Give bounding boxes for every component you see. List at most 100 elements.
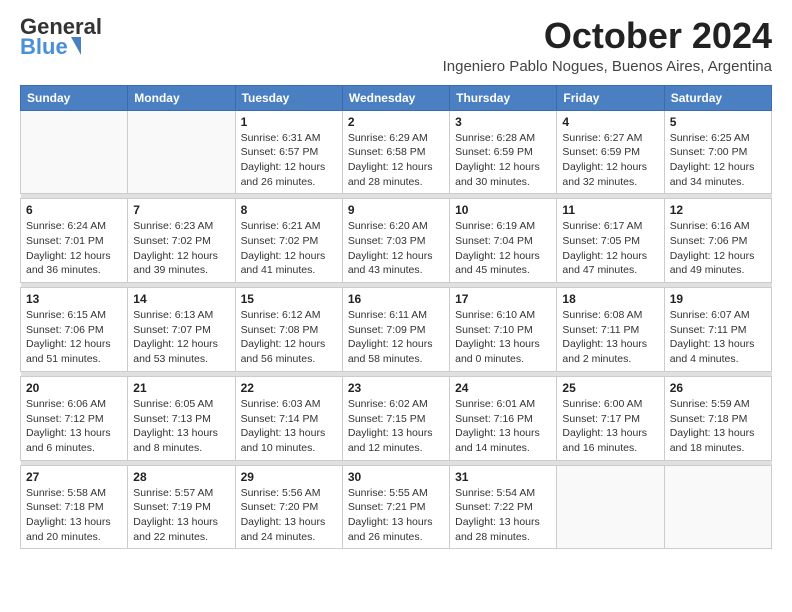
day-info: Sunrise: 6:06 AM Sunset: 7:12 PM Dayligh… — [26, 397, 122, 456]
day-info: Sunrise: 6:21 AM Sunset: 7:02 PM Dayligh… — [241, 219, 337, 278]
day-number: 2 — [348, 115, 444, 129]
day-info: Sunrise: 6:07 AM Sunset: 7:11 PM Dayligh… — [670, 308, 766, 367]
title-block: October 2024 Ingeniero Pablo Nogues, Bue… — [443, 16, 772, 75]
day-info: Sunrise: 6:05 AM Sunset: 7:13 PM Dayligh… — [133, 397, 229, 456]
calendar-cell: 21 Sunrise: 6:05 AM Sunset: 7:13 PM Dayli… — [128, 376, 235, 460]
calendar-cell: 17 Sunrise: 6:10 AM Sunset: 7:10 PM Dayli… — [450, 288, 557, 372]
day-number: 20 — [26, 381, 122, 395]
calendar-cell — [128, 110, 235, 194]
calendar-cell: 13Sunrise: 6:15 AM Sunset: 7:06 PM Dayli… — [21, 288, 128, 372]
weekday-header-row: SundayMondayTuesdayWednesdayThursdayFrid… — [21, 85, 772, 110]
day-info: Sunrise: 6:25 AM Sunset: 7:00 PM Dayligh… — [670, 131, 766, 190]
calendar-cell: 23 Sunrise: 6:02 AM Sunset: 7:15 PM Dayli… — [342, 376, 449, 460]
day-info: Sunrise: 6:13 AM Sunset: 7:07 PM Dayligh… — [133, 308, 229, 367]
day-info: Sunrise: 6:02 AM Sunset: 7:15 PM Dayligh… — [348, 397, 444, 456]
calendar-cell: 2 Sunrise: 6:29 AM Sunset: 6:58 PM Daylig… — [342, 110, 449, 194]
day-number: 1 — [241, 115, 337, 129]
day-number: 12 — [670, 203, 766, 217]
day-info: Sunrise: 6:03 AM Sunset: 7:14 PM Dayligh… — [241, 397, 337, 456]
day-number: 5 — [670, 115, 766, 129]
calendar-cell: 6 Sunrise: 6:24 AM Sunset: 7:01 PM Daylig… — [21, 199, 128, 283]
logo: General Blue — [20, 16, 104, 58]
calendar-cell: 3Sunrise: 6:28 AM Sunset: 6:59 PM Daylig… — [450, 110, 557, 194]
day-info: Sunrise: 5:56 AM Sunset: 7:20 PM Dayligh… — [241, 486, 337, 545]
day-info: Sunrise: 6:11 AM Sunset: 7:09 PM Dayligh… — [348, 308, 444, 367]
day-info: Sunrise: 6:31 AM Sunset: 6:57 PM Dayligh… — [241, 131, 337, 190]
calendar-cell: 30 Sunrise: 5:55 AM Sunset: 7:21 PM Dayli… — [342, 465, 449, 549]
calendar-cell: 14 Sunrise: 6:13 AM Sunset: 7:07 PM Dayli… — [128, 288, 235, 372]
calendar-cell: 15 Sunrise: 6:12 AM Sunset: 7:08 PM Dayli… — [235, 288, 342, 372]
weekday-header-sunday: Sunday — [21, 85, 128, 110]
day-info: Sunrise: 6:19 AM Sunset: 7:04 PM Dayligh… — [455, 219, 551, 278]
day-number: 31 — [455, 470, 551, 484]
day-number: 14 — [133, 292, 229, 306]
day-info: Sunrise: 5:57 AM Sunset: 7:19 PM Dayligh… — [133, 486, 229, 545]
day-number: 26 — [670, 381, 766, 395]
day-number: 24 — [455, 381, 551, 395]
day-info: Sunrise: 6:00 AM Sunset: 7:17 PM Dayligh… — [562, 397, 658, 456]
calendar-week-row: 1 Sunrise: 6:31 AM Sunset: 6:57 PM Daylig… — [21, 110, 772, 194]
day-info: Sunrise: 6:16 AM Sunset: 7:06 PM Dayligh… — [670, 219, 766, 278]
weekday-header-monday: Monday — [128, 85, 235, 110]
day-number: 11 — [562, 203, 658, 217]
calendar-cell: 29Sunrise: 5:56 AM Sunset: 7:20 PM Dayli… — [235, 465, 342, 549]
calendar-cell — [664, 465, 771, 549]
day-info: Sunrise: 6:10 AM Sunset: 7:10 PM Dayligh… — [455, 308, 551, 367]
calendar-week-row: 6 Sunrise: 6:24 AM Sunset: 7:01 PM Daylig… — [21, 199, 772, 283]
day-info: Sunrise: 5:59 AM Sunset: 7:18 PM Dayligh… — [670, 397, 766, 456]
calendar-cell: 9Sunrise: 6:20 AM Sunset: 7:03 PM Daylig… — [342, 199, 449, 283]
day-number: 23 — [348, 381, 444, 395]
day-number: 22 — [241, 381, 337, 395]
calendar-cell: 18Sunrise: 6:08 AM Sunset: 7:11 PM Dayli… — [557, 288, 664, 372]
calendar-cell: 12 Sunrise: 6:16 AM Sunset: 7:06 PM Dayli… — [664, 199, 771, 283]
logo-blue-text: Blue — [20, 36, 68, 58]
day-info: Sunrise: 5:54 AM Sunset: 7:22 PM Dayligh… — [455, 486, 551, 545]
calendar-cell — [21, 110, 128, 194]
day-number: 4 — [562, 115, 658, 129]
day-info: Sunrise: 5:58 AM Sunset: 7:18 PM Dayligh… — [26, 486, 122, 545]
weekday-header-friday: Friday — [557, 85, 664, 110]
day-info: Sunrise: 6:28 AM Sunset: 6:59 PM Dayligh… — [455, 131, 551, 190]
calendar-week-row: 20 Sunrise: 6:06 AM Sunset: 7:12 PM Dayli… — [21, 376, 772, 460]
day-info: Sunrise: 6:23 AM Sunset: 7:02 PM Dayligh… — [133, 219, 229, 278]
calendar-cell: 27Sunrise: 5:58 AM Sunset: 7:18 PM Dayli… — [21, 465, 128, 549]
calendar-cell: 22 Sunrise: 6:03 AM Sunset: 7:14 PM Dayli… — [235, 376, 342, 460]
calendar-cell: 11 Sunrise: 6:17 AM Sunset: 7:05 PM Dayli… — [557, 199, 664, 283]
page-header: General Blue October 2024 Ingeniero Pabl… — [20, 16, 772, 75]
calendar-cell: 1 Sunrise: 6:31 AM Sunset: 6:57 PM Daylig… — [235, 110, 342, 194]
day-number: 8 — [241, 203, 337, 217]
calendar-table: SundayMondayTuesdayWednesdayThursdayFrid… — [20, 85, 772, 550]
day-number: 6 — [26, 203, 122, 217]
calendar-cell: 7Sunrise: 6:23 AM Sunset: 7:02 PM Daylig… — [128, 199, 235, 283]
calendar-cell: 5 Sunrise: 6:25 AM Sunset: 7:00 PM Daylig… — [664, 110, 771, 194]
day-info: Sunrise: 6:08 AM Sunset: 7:11 PM Dayligh… — [562, 308, 658, 367]
day-info: Sunrise: 6:12 AM Sunset: 7:08 PM Dayligh… — [241, 308, 337, 367]
day-number: 15 — [241, 292, 337, 306]
day-info: Sunrise: 6:24 AM Sunset: 7:01 PM Dayligh… — [26, 219, 122, 278]
calendar-cell: 26 Sunrise: 5:59 AM Sunset: 7:18 PM Dayli… — [664, 376, 771, 460]
month-title: October 2024 — [443, 16, 772, 56]
day-number: 16 — [348, 292, 444, 306]
day-number: 13 — [26, 292, 122, 306]
calendar-week-row: 27Sunrise: 5:58 AM Sunset: 7:18 PM Dayli… — [21, 465, 772, 549]
day-info: Sunrise: 6:01 AM Sunset: 7:16 PM Dayligh… — [455, 397, 551, 456]
weekday-header-thursday: Thursday — [450, 85, 557, 110]
day-number: 28 — [133, 470, 229, 484]
weekday-header-tuesday: Tuesday — [235, 85, 342, 110]
day-info: Sunrise: 5:55 AM Sunset: 7:21 PM Dayligh… — [348, 486, 444, 545]
day-info: Sunrise: 6:17 AM Sunset: 7:05 PM Dayligh… — [562, 219, 658, 278]
day-number: 30 — [348, 470, 444, 484]
calendar-cell: 19Sunrise: 6:07 AM Sunset: 7:11 PM Dayli… — [664, 288, 771, 372]
calendar-cell: 25Sunrise: 6:00 AM Sunset: 7:17 PM Dayli… — [557, 376, 664, 460]
calendar-cell: 31 Sunrise: 5:54 AM Sunset: 7:22 PM Dayli… — [450, 465, 557, 549]
weekday-header-saturday: Saturday — [664, 85, 771, 110]
calendar-cell: 28 Sunrise: 5:57 AM Sunset: 7:19 PM Dayli… — [128, 465, 235, 549]
day-number: 21 — [133, 381, 229, 395]
calendar-cell: 16 Sunrise: 6:11 AM Sunset: 7:09 PM Dayli… — [342, 288, 449, 372]
calendar-week-row: 13Sunrise: 6:15 AM Sunset: 7:06 PM Dayli… — [21, 288, 772, 372]
logo-arrow-icon — [71, 37, 81, 55]
day-info: Sunrise: 6:29 AM Sunset: 6:58 PM Dayligh… — [348, 131, 444, 190]
calendar-cell: 4Sunrise: 6:27 AM Sunset: 6:59 PM Daylig… — [557, 110, 664, 194]
calendar-cell — [557, 465, 664, 549]
day-number: 17 — [455, 292, 551, 306]
